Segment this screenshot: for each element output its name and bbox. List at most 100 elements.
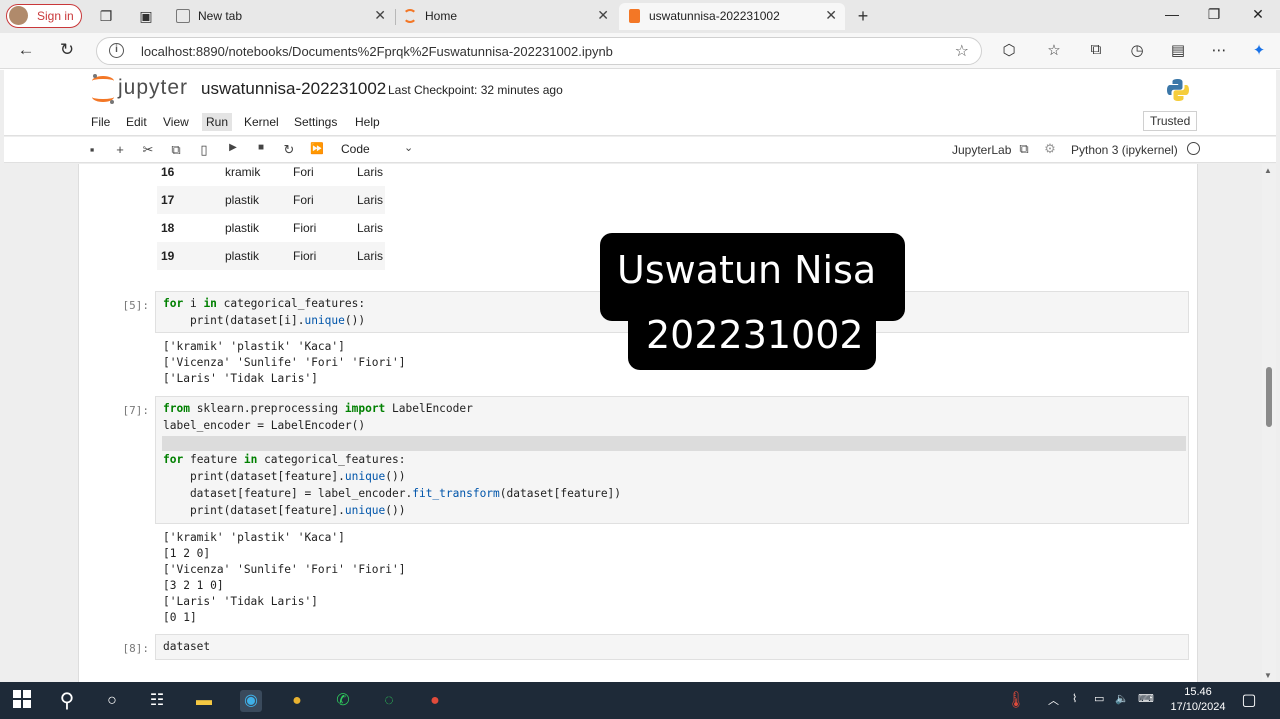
volume-icon[interactable]: 🔈 [1115,692,1129,705]
scroll-up-icon[interactable]: ▲ [1264,166,1272,175]
refresh-icon[interactable]: ↻ [56,40,78,60]
cell-output: [0 1] [163,611,197,624]
cut-icon[interactable]: ✂ [140,142,156,158]
table-cell: plastik [225,221,260,235]
add-cell-icon[interactable]: + [112,142,128,157]
restore-icon[interactable]: ❐ [1204,6,1224,23]
weather-icon[interactable]: 🌡 [1005,690,1027,712]
menu-view[interactable]: View [163,115,189,129]
jupyter-header: jupyter uswatunnisa-202231002 Last Check… [4,70,1276,108]
file-explorer-icon[interactable]: ▬ [193,690,215,712]
trusted-badge[interactable]: Trusted [1143,111,1198,131]
notebook-title[interactable]: uswatunnisa-202231002 [201,79,386,99]
restart-icon[interactable]: ↻ [281,142,297,158]
kernel-name[interactable]: Python 3 (ipykernel) [1071,143,1178,157]
workspaces-icon[interactable]: ❐ [98,8,114,24]
jupyterlab-link[interactable]: JupyterLab [952,143,1011,157]
close-window-icon[interactable]: ✕ [1248,6,1268,23]
vertical-scrollbar[interactable]: ▲ ▼ [1262,164,1276,682]
edge-icon[interactable]: ◉ [240,690,262,712]
history-icon[interactable]: ◷ [1126,41,1148,59]
tab-new-tab[interactable]: New tab ✕ [168,3,394,30]
chrome-alt-icon[interactable]: ● [424,690,446,712]
menu-file[interactable]: File [91,115,110,129]
code-line: from sklearn.preprocessing import LabelE… [163,402,473,415]
tab-actions-icon[interactable]: ▣ [138,8,154,24]
tab-home[interactable]: Home ✕ [395,3,617,30]
screenshot-icon[interactable]: ▤ [1167,41,1189,59]
table-cell: Fori [293,165,314,179]
new-tab-icon[interactable]: + [855,7,871,25]
minimize-icon[interactable]: — [1162,6,1182,22]
collections-icon[interactable]: ⧉ [1085,41,1107,58]
row-index: 19 [161,249,175,263]
app-ring-icon[interactable]: ◌ [378,690,400,712]
save-icon[interactable]: ▪ [84,142,100,157]
chrome-icon[interactable]: ● [286,690,308,712]
address-bar[interactable]: i localhost:8890/notebooks/Documents%2Fp… [96,37,982,65]
run-icon[interactable]: ▶ [225,142,241,153]
new-tab-icon [176,9,190,23]
close-icon[interactable]: ✕ [597,7,609,24]
stop-icon[interactable]: ■ [253,142,269,153]
chevron-down-icon[interactable]: ⌄ [404,141,413,154]
menu-kernel[interactable]: Kernel [244,115,279,129]
copy-icon[interactable]: ⧉ [168,142,184,158]
cell-prompt: [8]: [122,642,150,655]
close-icon[interactable]: ✕ [374,7,386,24]
task-view-icon[interactable]: ○ [101,690,123,712]
table-cell: Fiori [293,221,317,235]
notebook-toolbar: ▪ + ✂ ⧉ ▯ ▶ ■ ↻ ⏩ Code ⌄ JupyterLab ⧉ ⚙ … [4,137,1276,163]
windows-start-icon[interactable] [11,690,33,712]
search-icon[interactable]: ⚲ [56,690,78,712]
site-info-icon[interactable]: i [109,43,124,58]
code-line: print(dataset[feature].unique()) [163,470,406,483]
copilot-icon[interactable]: ✦ [1248,41,1270,59]
menu-settings[interactable]: Settings [294,115,337,129]
clock[interactable]: 15.46 17/10/2024 [1166,685,1230,715]
favorites-icon[interactable]: ☆ [1043,41,1065,59]
table-row: 18 plastik Fiori Laris [157,214,385,242]
paste-icon[interactable]: ▯ [196,142,212,158]
cell-output: [1 2 0] [163,547,211,560]
notebook-favicon-icon [629,9,640,23]
cell-output: ['Vicenza' 'Sunlife' 'Fori' 'Fiori'] [163,356,406,369]
code-cell[interactable]: dataset [155,634,1189,660]
keyboard-icon[interactable]: ⌨ [1138,692,1154,705]
widgets-icon[interactable]: ☷ [146,690,168,712]
cell-output: ['Laris' 'Tidak Laris'] [163,372,318,385]
code-line: for i in categorical_features: [163,297,366,310]
whatsapp-icon[interactable]: ✆ [332,690,354,712]
url-text: localhost:8890/notebooks/Documents%2Fprq… [141,44,613,59]
tab-title: Home [425,9,458,23]
row-index: 17 [161,193,175,207]
notifications-icon[interactable]: ▢ [1238,690,1260,712]
table-row: 17 plastik Fori Laris [157,186,385,214]
back-icon[interactable]: ← [15,40,37,60]
scroll-thumb[interactable] [1266,367,1272,427]
menu-edit[interactable]: Edit [126,115,147,129]
browser-tab-strip: Sign in ❐ ▣ New tab ✕ Home ✕ uswatunnisa… [0,0,1280,33]
external-link-icon[interactable]: ⧉ [1016,141,1032,157]
extensions-icon[interactable]: ⬡ [998,41,1020,59]
scroll-down-icon[interactable]: ▼ [1264,671,1272,680]
jupyter-favicon-icon [403,9,417,23]
row-index: 18 [161,221,175,235]
python-logo-icon [1167,79,1189,101]
favorite-star-icon[interactable]: ☆ [955,41,969,61]
more-options-icon[interactable]: ⋯ [1208,41,1230,59]
cell-output: ['kramik' 'plastik' 'Kaca'] [163,340,345,353]
network-icon[interactable]: ⌇ [1072,692,1077,705]
battery-icon[interactable]: ▭ [1094,692,1104,705]
restart-run-all-icon[interactable]: ⏩ [309,142,325,155]
menu-help[interactable]: Help [355,115,380,129]
menu-run[interactable]: Run [202,113,233,131]
tab-notebook[interactable]: uswatunnisa-202231002 ✕ [619,3,845,30]
watermark-id: 202231002 [646,313,864,357]
table-cell: plastik [225,249,260,263]
tray-chevron-icon[interactable]: ︿ [1048,692,1059,708]
code-cell[interactable]: from sklearn.preprocessing import LabelE… [155,396,1189,524]
close-icon[interactable]: ✕ [825,7,837,24]
sign-in-button[interactable]: Sign in [6,4,82,28]
cell-type-select[interactable]: Code [341,142,370,156]
